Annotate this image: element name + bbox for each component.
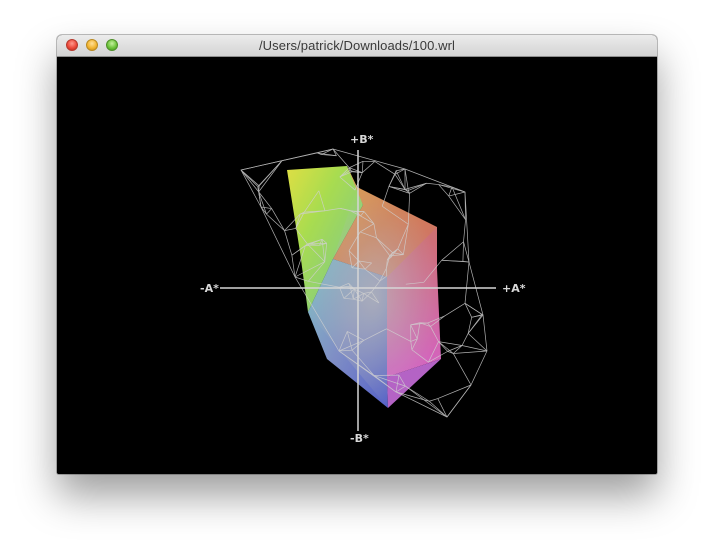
- wireframe-edge: [429, 398, 438, 402]
- wireframe-edge: [461, 345, 488, 352]
- wireframe-edge: [271, 208, 285, 231]
- wireframe-edge: [453, 353, 472, 386]
- wireframe-edge: [257, 160, 283, 187]
- wireframe-edge: [361, 161, 364, 173]
- wireframe-edge: [281, 152, 318, 162]
- wireframe-edge: [464, 261, 470, 304]
- wireframe-edge: [266, 208, 272, 215]
- gamut-render: +B* -B* +A* -A*: [200, 133, 526, 445]
- axis-label-minus-a: -A*: [200, 282, 219, 295]
- wireframe-edge: [284, 230, 293, 256]
- wireframe-edge: [362, 161, 376, 173]
- wireframe-edge: [260, 206, 272, 209]
- wireframe-edge: [461, 333, 469, 346]
- 3d-viewport[interactable]: +B* -B* +A* -A*: [57, 57, 657, 474]
- axis-label-plus-a: +A*: [502, 282, 526, 295]
- wireframe-edge: [463, 219, 466, 242]
- wireframe-edge: [332, 148, 350, 168]
- wireframe-edge: [240, 169, 259, 193]
- wireframe-edge: [448, 186, 453, 197]
- wireframe-edge: [426, 182, 439, 185]
- wireframe-edge: [448, 191, 466, 197]
- wireframe-edge: [467, 333, 488, 352]
- gamut-solid: [287, 166, 441, 408]
- wireframe-edge: [405, 385, 448, 418]
- axis-label-plus-b: +B*: [350, 133, 374, 146]
- wireframe-edge: [453, 345, 463, 354]
- wireframe-edge: [405, 385, 430, 402]
- wireframe-edge: [444, 303, 466, 317]
- wireframe-edge: [388, 174, 396, 187]
- wireframe-edge: [394, 174, 406, 190]
- wireframe-edge: [266, 213, 285, 231]
- wireframe-edge: [462, 241, 464, 262]
- wireframe-edge: [404, 182, 427, 190]
- wireframe-edge: [453, 350, 488, 354]
- wireframe-edge: [349, 160, 364, 169]
- window-title: /Users/patrick/Downloads/100.wrl: [258, 38, 456, 53]
- axes: [220, 150, 496, 431]
- viewer-window: /Users/patrick/Downloads/100.wrl +B* -B*…: [57, 35, 657, 474]
- wireframe-edge: [240, 169, 260, 187]
- wireframe-edge: [395, 170, 406, 190]
- wireframe-edge: [441, 259, 463, 262]
- axis-label-minus-b: -B*: [350, 432, 369, 445]
- wireframe-edge: [404, 168, 409, 191]
- wireframe-edge: [409, 182, 427, 194]
- title-bar[interactable]: /Users/patrick/Downloads/100.wrl: [57, 35, 657, 57]
- wireframe-edge: [441, 241, 464, 261]
- wireframe-edge: [437, 398, 448, 418]
- wireframe-edge: [317, 148, 334, 154]
